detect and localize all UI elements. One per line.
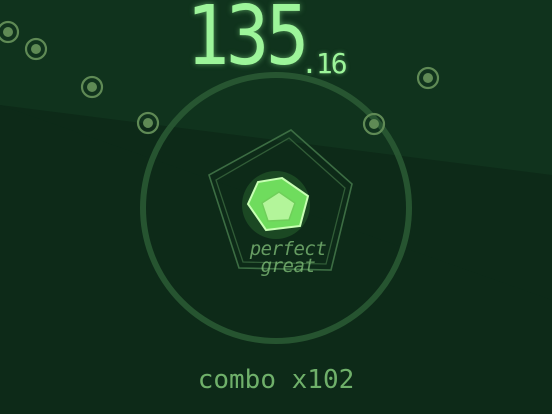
combo-counter: combo x102 (150, 366, 402, 394)
score-fraction: .16 (301, 47, 348, 80)
judgement-great: great (260, 255, 316, 277)
combo-multiplier: x102 (291, 365, 355, 395)
combo-label: combo (197, 365, 276, 395)
combo-separator (276, 365, 292, 395)
score-whole: 135 (186, 0, 309, 84)
